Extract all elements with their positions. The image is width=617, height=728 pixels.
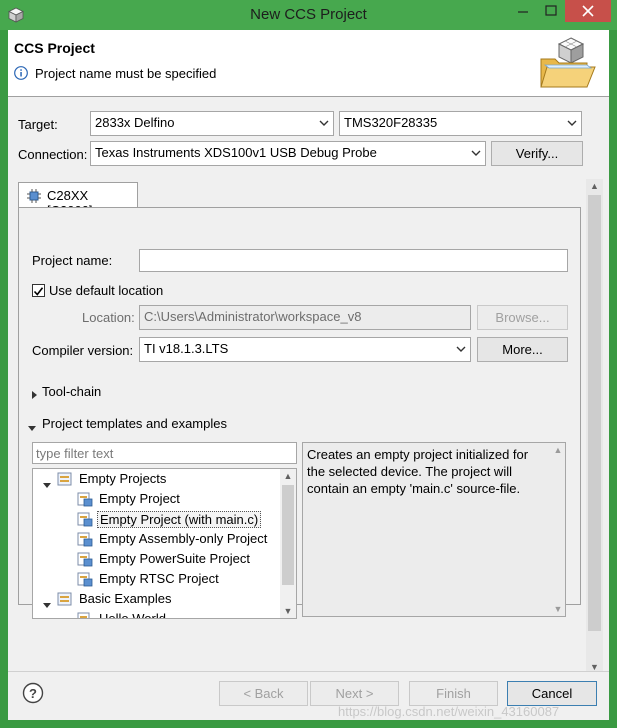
target-device-value: TMS320F28335: [344, 115, 438, 130]
help-icon[interactable]: ?: [22, 682, 44, 704]
chip-icon: [27, 189, 41, 203]
templates-tree[interactable]: Empty Projects Empty Project Empty Proje…: [32, 468, 297, 619]
project-name-input[interactable]: [139, 249, 568, 272]
template-description-panel: Creates an empty project initialized for…: [302, 442, 566, 617]
folder-with-cube-icon: [537, 35, 599, 91]
target-label: Target:: [18, 117, 58, 132]
compiler-version-label: Compiler version:: [32, 343, 134, 358]
back-button[interactable]: < Back: [219, 681, 308, 706]
scroll-up-icon[interactable]: ▲: [586, 179, 603, 193]
expand-collapsed-icon[interactable]: [30, 387, 38, 399]
use-default-location-label[interactable]: Use default location: [49, 283, 163, 298]
project-template-icon: [77, 531, 93, 547]
use-default-location-checkbox[interactable]: [32, 284, 45, 297]
tree-item-label: Empty Assembly-only Project: [99, 531, 268, 546]
scroll-down-icon[interactable]: ▼: [280, 604, 296, 618]
filter-placeholder: type filter text: [36, 446, 114, 461]
project-template-icon: [77, 571, 93, 587]
validation-message: Project name must be specified: [35, 66, 217, 81]
project-template-icon: [77, 491, 93, 507]
chevron-down-icon: [456, 342, 466, 356]
page-title: CCS Project: [14, 40, 95, 56]
watermark: https://blog.csdn.net/weixin_43160087: [338, 704, 560, 719]
location-label: Location:: [82, 310, 135, 325]
project-name-label: Project name:: [32, 253, 113, 268]
more-button[interactable]: More...: [477, 337, 568, 362]
scrollbar-thumb[interactable]: [588, 195, 601, 631]
project-template-icon: [77, 511, 93, 527]
chevron-down-icon: [471, 146, 481, 160]
next-button[interactable]: Next >: [310, 681, 399, 706]
maximize-icon[interactable]: [537, 0, 565, 22]
finish-button[interactable]: Finish: [409, 681, 498, 706]
location-value: C:\Users\Administrator\workspace_v8: [144, 309, 362, 324]
scroll-up-icon[interactable]: ▲: [280, 469, 296, 483]
connection-label: Connection:: [18, 147, 88, 162]
wizard-body: Target: 2833x Delfino TMS320F28335 Conne…: [8, 99, 609, 674]
target-device-select[interactable]: TMS320F28335: [339, 111, 582, 136]
folder-icon: [57, 471, 73, 487]
scroll-up-icon[interactable]: ▲: [551, 443, 565, 457]
tree-item-label: Hello World: [99, 611, 166, 619]
tree-item-label: Empty Project: [99, 491, 180, 506]
tree-item-label: Empty Projects: [79, 471, 167, 486]
project-template-icon: [77, 551, 93, 567]
tree-item-label: Empty PowerSuite Project: [99, 551, 251, 566]
tree-expand-icon[interactable]: [43, 477, 51, 488]
tree-item-label: Empty Project (with main.c): [97, 511, 262, 528]
close-icon[interactable]: [565, 0, 611, 22]
scrollbar-thumb[interactable]: [282, 485, 294, 585]
toolchain-section-label[interactable]: Tool-chain: [42, 384, 101, 399]
body-scrollbar[interactable]: ▲ ▼: [586, 179, 603, 674]
dialog-client-area: CCS Project Project name must be specifi…: [8, 30, 609, 720]
project-template-icon: [77, 611, 93, 618]
template-filter-input[interactable]: type filter text: [32, 442, 297, 464]
wizard-header: CCS Project Project name must be specifi…: [8, 30, 609, 97]
info-icon: [14, 66, 28, 80]
compiler-version-select[interactable]: TI v18.1.3.LTS: [139, 337, 471, 362]
tree-item-label: Basic Examples: [79, 591, 172, 606]
wizard-footer: ? < Back Next > Finish Cancel https://bl…: [8, 671, 609, 720]
minimize-icon[interactable]: [509, 0, 537, 22]
compiler-version-value: TI v18.1.3.LTS: [144, 341, 229, 356]
target-family-value: 2833x Delfino: [95, 115, 175, 130]
chevron-down-icon: [567, 116, 577, 130]
location-input[interactable]: C:\Users\Administrator\workspace_v8: [139, 305, 471, 330]
title-bar[interactable]: New CCS Project: [0, 0, 617, 30]
connection-select[interactable]: Texas Instruments XDS100v1 USB Debug Pro…: [90, 141, 486, 166]
template-description: Creates an empty project initialized for…: [307, 447, 529, 496]
cancel-button[interactable]: Cancel: [507, 681, 597, 706]
folder-icon: [57, 591, 73, 607]
tree-item-label: Empty RTSC Project: [99, 571, 219, 586]
expand-expanded-icon[interactable]: [28, 420, 36, 431]
tree-scrollbar[interactable]: ▲ ▼: [280, 469, 296, 618]
target-family-select[interactable]: 2833x Delfino: [90, 111, 334, 136]
description-scrollbar[interactable]: ▲ ▼: [551, 443, 565, 616]
scroll-down-icon[interactable]: ▼: [551, 602, 565, 616]
tab-c28xx[interactable]: C28XX [C2000]: [18, 182, 138, 218]
svg-text:?: ?: [29, 686, 37, 701]
connection-value: Texas Instruments XDS100v1 USB Debug Pro…: [95, 145, 377, 160]
checkmark-icon: [33, 287, 44, 296]
verify-button[interactable]: Verify...: [491, 141, 583, 166]
templates-section-label[interactable]: Project templates and examples: [42, 416, 227, 431]
browse-button[interactable]: Browse...: [477, 305, 568, 330]
tree-expand-icon[interactable]: [43, 597, 51, 608]
chevron-down-icon: [319, 116, 329, 130]
